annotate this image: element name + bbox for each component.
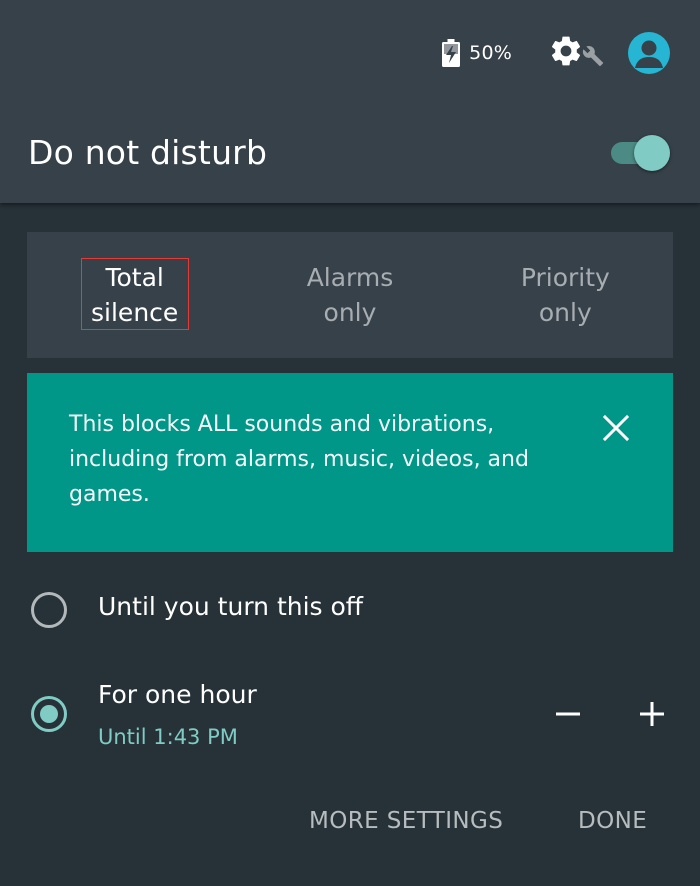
mode-priority-only[interactable]: Priority only — [458, 232, 673, 358]
option-label: For one hour — [98, 680, 257, 709]
mode-label-line1: Alarms — [306, 263, 394, 292]
option-one-hour[interactable]: For one hour Until 1:43 PM — [0, 670, 700, 760]
battery-percent: 50% — [469, 42, 512, 64]
decrease-button[interactable] — [548, 694, 588, 734]
account-button[interactable] — [628, 32, 670, 74]
status-row: 50% — [442, 30, 670, 76]
mode-label-line2: only — [538, 298, 592, 327]
close-button[interactable] — [601, 413, 631, 443]
mode-label-line1: Total — [105, 263, 164, 292]
account-circle-icon — [628, 40, 670, 74]
wrench-icon — [582, 45, 604, 71]
settings-button[interactable] — [548, 33, 604, 73]
info-text: This blocks ALL sounds and vibrations, i… — [69, 412, 529, 507]
battery-indicator[interactable]: 50% — [442, 39, 512, 67]
toggle-thumb — [634, 135, 670, 171]
mode-alarms-only[interactable]: Alarms only — [242, 232, 457, 358]
option-label: Until you turn this off — [98, 592, 364, 621]
quick-settings-header: 50% Do not disturb — [0, 0, 700, 203]
more-settings-button[interactable]: MORE SETTINGS — [309, 808, 503, 834]
info-card: This blocks ALL sounds and vibrations, i… — [27, 373, 673, 552]
option-until-off[interactable]: Until you turn this off — [0, 580, 700, 640]
option-sublabel: Until 1:43 PM — [98, 725, 238, 749]
mode-total-silence[interactable]: Total silence — [27, 232, 242, 358]
increase-button[interactable] — [632, 694, 672, 734]
dnd-toggle[interactable] — [608, 133, 670, 171]
gear-icon — [548, 33, 584, 73]
minus-icon — [548, 712, 588, 738]
plus-icon — [632, 702, 672, 738]
mode-label-line1: Priority — [520, 263, 610, 292]
mode-label-line2: only — [323, 298, 377, 327]
radio-button-checked[interactable] — [31, 696, 67, 732]
radio-dot — [40, 705, 58, 723]
mode-label-line2: silence — [91, 298, 179, 327]
dialog-actions: MORE SETTINGS DONE — [0, 800, 700, 850]
close-icon — [601, 414, 631, 447]
page-title: Do not disturb — [28, 133, 268, 172]
done-button[interactable]: DONE — [578, 808, 647, 834]
battery-charging-icon — [442, 39, 461, 67]
mode-selector: Total silence Alarms only Priority only — [27, 232, 673, 358]
radio-button-unchecked[interactable] — [31, 592, 67, 628]
